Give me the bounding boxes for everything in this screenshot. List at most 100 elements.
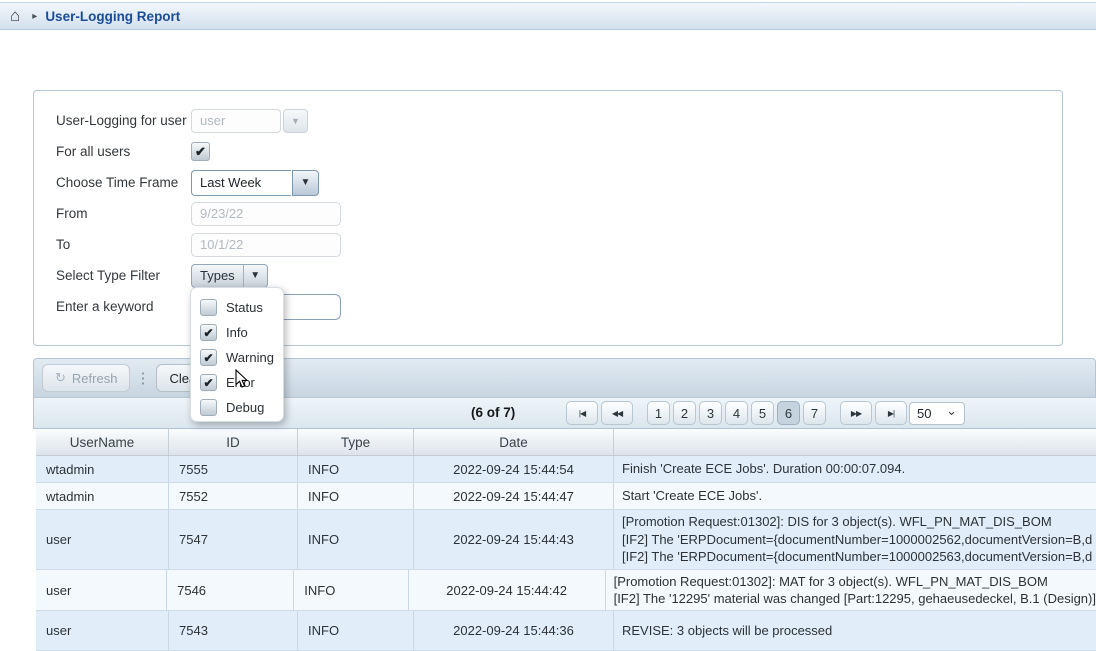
type-option-label: Info [226, 325, 248, 340]
type-option-info[interactable]: ✔ Info [200, 320, 283, 345]
all-users-label: For all users [56, 144, 191, 159]
refresh-icon: ↻ [55, 370, 66, 386]
cell-id: 7543 [169, 611, 298, 650]
time-frame-value: Last Week [191, 170, 291, 196]
page-title[interactable]: User-Logging Report [45, 9, 180, 24]
checkbox-icon[interactable] [200, 399, 217, 416]
col-header-date[interactable]: Date [414, 429, 614, 455]
refresh-button-label: Refresh [72, 371, 118, 386]
prev-page-icon: ◀◀ [612, 409, 622, 418]
chevron-down-icon: ▼ [301, 177, 311, 188]
type-option-label: Warning [226, 350, 274, 365]
table-row[interactable]: wtadmin 7555 INFO 2022-09-24 15:44:54 Fi… [36, 456, 1096, 483]
all-users-checkbox[interactable]: ✔ [191, 142, 210, 161]
cell-type: INFO [298, 456, 414, 482]
col-header-message [614, 429, 1096, 455]
cell-type: INFO [298, 483, 414, 509]
cell-username: user [36, 611, 169, 650]
toolbar-separator [141, 371, 145, 385]
chevron-down-icon[interactable]: ▼ [243, 265, 267, 287]
page-button-6-active[interactable]: 6 [777, 401, 800, 425]
form-row-from: From [56, 198, 1062, 229]
col-header-username[interactable]: UserName [36, 429, 169, 455]
cell-username: wtadmin [36, 456, 169, 482]
time-frame-dropdown-button[interactable]: ▼ [292, 170, 319, 196]
from-label: From [56, 206, 191, 221]
check-icon: ✔ [203, 352, 213, 364]
next-page-icon: ▶▶ [851, 409, 861, 418]
form-row-all-users: For all users ✔ [56, 136, 1062, 167]
cell-id: 7547 [169, 510, 298, 569]
paginator-buttons: |◀ ◀◀ 1 2 3 4 5 6 7 ▶▶ ▶| [566, 401, 907, 425]
log-table: UserName ID Type Date wtadmin 7555 INFO … [36, 429, 1096, 651]
page-button-4[interactable]: 4 [725, 401, 748, 425]
from-date-input [191, 202, 341, 226]
cell-type: INFO [298, 510, 414, 569]
cell-date: 2022-09-24 15:44:43 [414, 510, 614, 569]
table-header: UserName ID Type Date [36, 429, 1096, 456]
cell-date: 2022-09-24 15:44:42 [409, 570, 606, 610]
cell-date: 2022-09-24 15:44:47 [414, 483, 614, 509]
cell-username: user [36, 570, 167, 610]
form-row-time-frame: Choose Time Frame Last Week ▼ [56, 167, 1062, 198]
page-button-1[interactable]: 1 [647, 401, 670, 425]
form-row-user: User-Logging for user ▼ [56, 105, 1062, 136]
type-filter-dropdown: Status ✔ Info ✔ Warning ✔ Error Debug [190, 287, 284, 422]
type-option-label: Status [226, 300, 263, 315]
cell-type: INFO [298, 611, 414, 650]
chevron-down-icon: ⌄ [946, 403, 957, 419]
user-combobox: ▼ [191, 109, 308, 133]
type-option-status[interactable]: Status [200, 295, 283, 320]
to-label: To [56, 237, 191, 252]
time-frame-select[interactable]: Last Week ▼ [191, 170, 319, 196]
prev-page-button[interactable]: ◀◀ [601, 401, 633, 425]
last-page-button[interactable]: ▶| [875, 401, 907, 425]
breadcrumb: ⌂ ▸ User-Logging Report [0, 2, 1096, 30]
cell-message: [Promotion Request:01302]: MAT for 3 obj… [606, 570, 1096, 610]
next-page-button[interactable]: ▶▶ [840, 401, 872, 425]
checkbox-icon[interactable]: ✔ [200, 349, 217, 366]
home-icon[interactable]: ⌂ [10, 7, 20, 24]
check-icon: ✔ [203, 327, 213, 339]
page-button-5[interactable]: 5 [751, 401, 774, 425]
refresh-button[interactable]: ↻ Refresh [42, 364, 130, 392]
col-header-id[interactable]: ID [169, 429, 298, 455]
checkbox-icon[interactable]: ✔ [200, 324, 217, 341]
to-date-input [191, 233, 341, 257]
page-size-select[interactable]: 50 ⌄ [909, 402, 965, 425]
cell-id: 7555 [169, 456, 298, 482]
table-row[interactable]: wtadmin 7552 INFO 2022-09-24 15:44:47 St… [36, 483, 1096, 510]
table-row[interactable]: user 7543 INFO 2022-09-24 15:44:36 REVIS… [36, 611, 1096, 651]
page-button-2[interactable]: 2 [673, 401, 696, 425]
cell-date: 2022-09-24 15:44:36 [414, 611, 614, 650]
chevron-right-icon: ▸ [32, 11, 37, 22]
table-row[interactable]: user 7547 INFO 2022-09-24 15:44:43 [Prom… [36, 510, 1096, 570]
type-option-debug[interactable]: Debug [200, 395, 283, 420]
form-row-to: To [56, 229, 1062, 260]
keyword-label: Enter a keyword [56, 299, 191, 314]
cell-date: 2022-09-24 15:44:54 [414, 456, 614, 482]
cell-type: INFO [294, 570, 408, 610]
col-header-type[interactable]: Type [298, 429, 414, 455]
last-page-icon: ▶| [888, 409, 894, 418]
cell-id: 7552 [169, 483, 298, 509]
cell-username: wtadmin [36, 483, 169, 509]
page-button-7[interactable]: 7 [803, 401, 826, 425]
types-button[interactable]: Types ▼ [191, 264, 268, 288]
type-option-label: Debug [226, 400, 264, 415]
checkbox-icon[interactable] [200, 299, 217, 316]
table-row[interactable]: user 7546 INFO 2022-09-24 15:44:42 [Prom… [36, 570, 1096, 611]
type-filter-label: Select Type Filter [56, 268, 191, 283]
mouse-cursor-icon [234, 369, 248, 389]
user-dropdown-button: ▼ [283, 109, 308, 133]
page-button-3[interactable]: 3 [699, 401, 722, 425]
first-page-button[interactable]: |◀ [566, 401, 598, 425]
checkbox-icon[interactable]: ✔ [200, 374, 217, 391]
chevron-down-icon: ▼ [291, 116, 300, 126]
cell-id: 7546 [167, 570, 294, 610]
filter-panel: User-Logging for user ▼ For all users ✔ … [33, 90, 1063, 346]
type-option-warning[interactable]: ✔ Warning [200, 345, 283, 370]
cell-message: Start 'Create ECE Jobs'. [614, 483, 1096, 509]
types-button-label: Types [192, 265, 243, 287]
check-icon: ✔ [195, 145, 206, 158]
